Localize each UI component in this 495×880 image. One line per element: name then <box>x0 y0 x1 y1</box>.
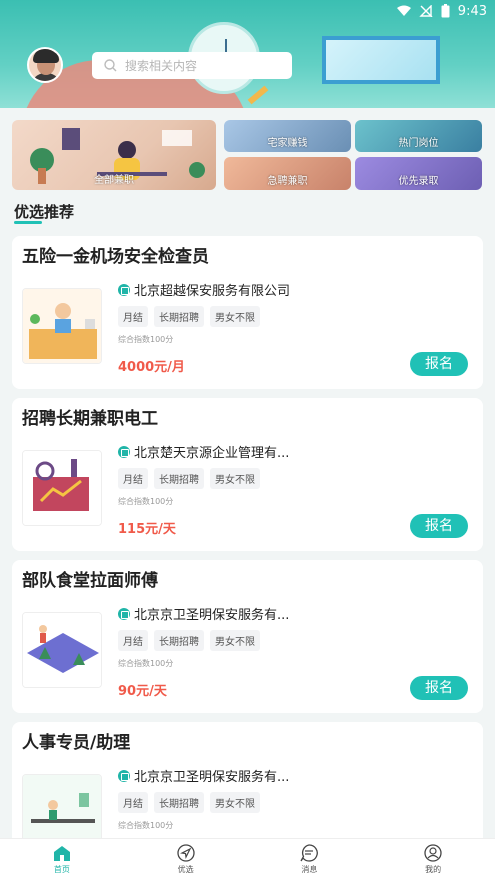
nav-profile[interactable]: 我的 <box>371 839 495 880</box>
job-tags: 月结 长期招聘 男女不限 <box>118 306 260 327</box>
company-name: 北京超越保安服务有限公司 <box>118 280 290 299</box>
search-icon <box>104 59 117 72</box>
job-card[interactable]: 部队食堂拉面师傅 北京京卫圣明保安服务有... 月结 长期招聘 男女不限 综合指… <box>12 560 483 713</box>
search-placeholder: 搜索相关内容 <box>125 59 198 73</box>
job-thumbnail <box>22 288 102 364</box>
company-icon <box>118 445 130 458</box>
job-score: 综合指数100分 <box>118 821 174 830</box>
nav-messages[interactable]: 消息 <box>248 839 372 880</box>
pencil-illustration <box>247 85 269 105</box>
tag: 长期招聘 <box>154 306 204 327</box>
no-signal-icon <box>419 5 433 17</box>
job-title: 人事专员/助理 <box>22 733 131 753</box>
battery-icon <box>441 4 450 18</box>
apply-button[interactable]: 报名 <box>410 676 468 700</box>
job-score: 综合指数100分 <box>118 659 174 668</box>
banner-work-from-home-label: 宅家赚钱 <box>267 138 308 149</box>
message-icon <box>300 844 319 862</box>
profile-icon <box>424 844 442 862</box>
tag: 月结 <box>118 792 148 813</box>
banner-work-from-home[interactable]: 宅家赚钱 <box>224 120 351 152</box>
job-card[interactable]: 人事专员/助理 北京京卫圣明保安服务有... 月结 长期招聘 男女不限 综合指数… <box>12 722 483 838</box>
job-salary: 4000元/月 <box>118 360 185 375</box>
tag: 长期招聘 <box>154 630 204 651</box>
nav-home[interactable]: 首页 <box>0 839 124 880</box>
wifi-icon <box>396 5 411 16</box>
company-name: 北京京卫圣明保安服务有... <box>118 766 289 785</box>
job-title: 部队食堂拉面师傅 <box>22 571 158 591</box>
nav-featured-label: 优选 <box>177 865 194 874</box>
status-bar: 9:43 <box>396 0 495 22</box>
tag: 男女不限 <box>210 468 260 489</box>
navigate-icon <box>176 844 195 862</box>
job-thumbnail <box>22 612 102 688</box>
section-title: 优选推荐 <box>14 203 75 224</box>
job-title: 招聘长期兼职电工 <box>22 409 158 429</box>
tag: 月结 <box>118 306 148 327</box>
company-name: 北京楚天京源企业管理有... <box>118 442 289 461</box>
home-icon <box>53 845 70 861</box>
avatar[interactable] <box>27 47 63 83</box>
job-score: 综合指数100分 <box>118 497 174 506</box>
tag: 男女不限 <box>210 792 260 813</box>
apply-button[interactable]: 报名 <box>410 352 468 376</box>
banner-hot-jobs[interactable]: 热门岗位 <box>355 120 482 152</box>
job-tags: 月结 长期招聘 男女不限 <box>118 792 260 813</box>
nav-home-label: 首页 <box>53 864 70 874</box>
nav-profile-label: 我的 <box>425 865 442 874</box>
tag: 男女不限 <box>210 630 260 651</box>
company-icon <box>118 283 130 296</box>
nav-messages-label: 消息 <box>301 865 318 874</box>
banner-priority-hire-label: 优先录取 <box>398 176 439 187</box>
header: 9:43 搜索相关内容 <box>0 0 495 108</box>
banner-all-jobs-label: 全部兼职 <box>94 175 134 186</box>
job-card[interactable]: 招聘长期兼职电工 北京楚天京源企业管理有... 月结 长期招聘 男女不限 综合指… <box>12 398 483 551</box>
job-card[interactable]: 五险一金机场安全检查员 北京超越保安服务有限公司 月结 长期招聘 男女不限 综合… <box>12 236 483 389</box>
banner-urgent-jobs-label: 急聘兼职 <box>267 176 308 187</box>
banner-priority-hire[interactable]: 优先录取 <box>355 157 482 190</box>
job-salary: 115元/天 <box>118 522 176 537</box>
job-salary: 90元/天 <box>118 684 167 699</box>
job-tags: 月结 长期招聘 男女不限 <box>118 630 260 651</box>
search-input[interactable]: 搜索相关内容 <box>92 52 292 79</box>
tag: 月结 <box>118 468 148 489</box>
banner-all-jobs[interactable]: 全部兼职 <box>12 120 216 190</box>
window-illustration <box>322 36 440 84</box>
status-time: 9:43 <box>457 3 487 19</box>
company-icon <box>118 607 130 620</box>
job-thumbnail <box>22 774 102 838</box>
nav-featured[interactable]: 优选 <box>124 839 248 880</box>
bottom-nav: 首页 优选 消息 我的 <box>0 838 495 880</box>
company-name: 北京京卫圣明保安服务有... <box>118 604 289 623</box>
job-thumbnail <box>22 450 102 526</box>
job-tags: 月结 长期招聘 男女不限 <box>118 468 260 489</box>
job-score: 综合指数100分 <box>118 335 174 344</box>
tag: 长期招聘 <box>154 792 204 813</box>
apply-button[interactable]: 报名 <box>410 514 468 538</box>
tag: 男女不限 <box>210 306 260 327</box>
job-title: 五险一金机场安全检查员 <box>22 247 209 267</box>
tag: 月结 <box>118 630 148 651</box>
tag: 长期招聘 <box>154 468 204 489</box>
company-icon <box>118 769 130 782</box>
banner-urgent-jobs[interactable]: 急聘兼职 <box>224 157 351 190</box>
banner-hot-jobs-label: 热门岗位 <box>398 138 439 149</box>
